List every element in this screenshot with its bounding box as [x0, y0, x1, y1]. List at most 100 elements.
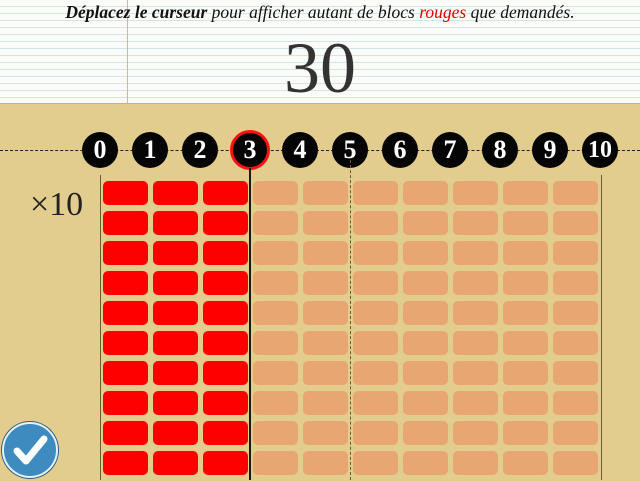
tick-6[interactable]: 6: [382, 132, 418, 168]
red-block: [203, 241, 248, 265]
empty-block: [403, 331, 448, 355]
red-block: [153, 331, 198, 355]
empty-block: [453, 361, 498, 385]
instruction-text: Déplacez le curseur pour afficher autant…: [0, 2, 640, 23]
empty-block: [553, 301, 598, 325]
empty-block: [253, 271, 298, 295]
red-block: [203, 391, 248, 415]
empty-block: [303, 181, 348, 205]
empty-block: [303, 301, 348, 325]
empty-block: [553, 451, 598, 475]
red-block: [153, 391, 198, 415]
tick-3[interactable]: 3: [230, 130, 270, 170]
empty-block: [253, 211, 298, 235]
empty-block: [453, 451, 498, 475]
empty-block: [253, 181, 298, 205]
validate-button[interactable]: [2, 422, 58, 478]
empty-block: [503, 421, 548, 445]
empty-block: [303, 361, 348, 385]
empty-block: [553, 421, 598, 445]
red-block: [103, 211, 148, 235]
empty-block: [253, 391, 298, 415]
empty-block: [503, 451, 548, 475]
instruction-bold: Déplacez le curseur: [65, 2, 208, 22]
red-block: [203, 271, 248, 295]
slider-cursor-line[interactable]: [249, 168, 251, 480]
red-block: [103, 181, 148, 205]
red-block: [203, 451, 248, 475]
empty-block: [403, 271, 448, 295]
empty-block: [503, 331, 548, 355]
empty-block: [303, 391, 348, 415]
empty-block: [503, 391, 548, 415]
empty-block: [303, 241, 348, 265]
tick-2[interactable]: 2: [182, 132, 218, 168]
red-block: [203, 361, 248, 385]
empty-block: [453, 211, 498, 235]
tick-9[interactable]: 9: [532, 132, 568, 168]
empty-block: [553, 271, 598, 295]
red-block: [203, 181, 248, 205]
empty-block: [453, 421, 498, 445]
empty-block: [503, 211, 548, 235]
empty-block: [453, 331, 498, 355]
red-block: [203, 331, 248, 355]
empty-block: [453, 241, 498, 265]
target-number: 30: [284, 28, 356, 108]
tick-0[interactable]: 0: [82, 132, 118, 168]
instruction-end: que demandés.: [466, 2, 575, 22]
red-block: [153, 181, 198, 205]
empty-block: [553, 361, 598, 385]
notebook-header: Déplacez le curseur pour afficher autant…: [0, 0, 640, 108]
empty-block: [353, 451, 398, 475]
empty-block: [253, 241, 298, 265]
empty-block: [353, 331, 398, 355]
empty-block: [353, 391, 398, 415]
red-block: [153, 301, 198, 325]
red-block: [103, 241, 148, 265]
tick-7[interactable]: 7: [432, 132, 468, 168]
instruction-middle: pour afficher autant de blocs: [207, 2, 420, 22]
empty-block: [553, 241, 598, 265]
empty-block: [403, 391, 448, 415]
tick-4[interactable]: 4: [282, 132, 318, 168]
empty-block: [453, 271, 498, 295]
empty-block: [303, 451, 348, 475]
empty-block: [353, 211, 398, 235]
red-block: [203, 421, 248, 445]
empty-block: [453, 181, 498, 205]
red-block: [153, 451, 198, 475]
empty-block: [503, 301, 548, 325]
empty-block: [453, 391, 498, 415]
middle-divider: [350, 160, 351, 480]
red-block: [153, 211, 198, 235]
empty-block: [403, 421, 448, 445]
tick-1[interactable]: 1: [132, 132, 168, 168]
empty-block: [553, 391, 598, 415]
empty-block: [353, 421, 398, 445]
red-block: [203, 301, 248, 325]
empty-block: [403, 301, 448, 325]
red-block: [153, 421, 198, 445]
empty-block: [403, 451, 448, 475]
tick-10[interactable]: 10: [582, 132, 618, 168]
red-block: [103, 451, 148, 475]
red-block: [103, 421, 148, 445]
red-block: [103, 301, 148, 325]
empty-block: [303, 421, 348, 445]
empty-block: [403, 361, 448, 385]
instruction-red-word: rouges: [419, 2, 467, 22]
empty-block: [503, 181, 548, 205]
red-block: [153, 361, 198, 385]
empty-block: [403, 211, 448, 235]
empty-block: [503, 241, 548, 265]
empty-block: [253, 361, 298, 385]
multiplier-label: ×10: [30, 186, 84, 223]
empty-block: [303, 211, 348, 235]
empty-block: [253, 421, 298, 445]
empty-block: [503, 271, 548, 295]
empty-block: [403, 241, 448, 265]
empty-block: [553, 331, 598, 355]
tick-8[interactable]: 8: [482, 132, 518, 168]
red-block: [103, 271, 148, 295]
